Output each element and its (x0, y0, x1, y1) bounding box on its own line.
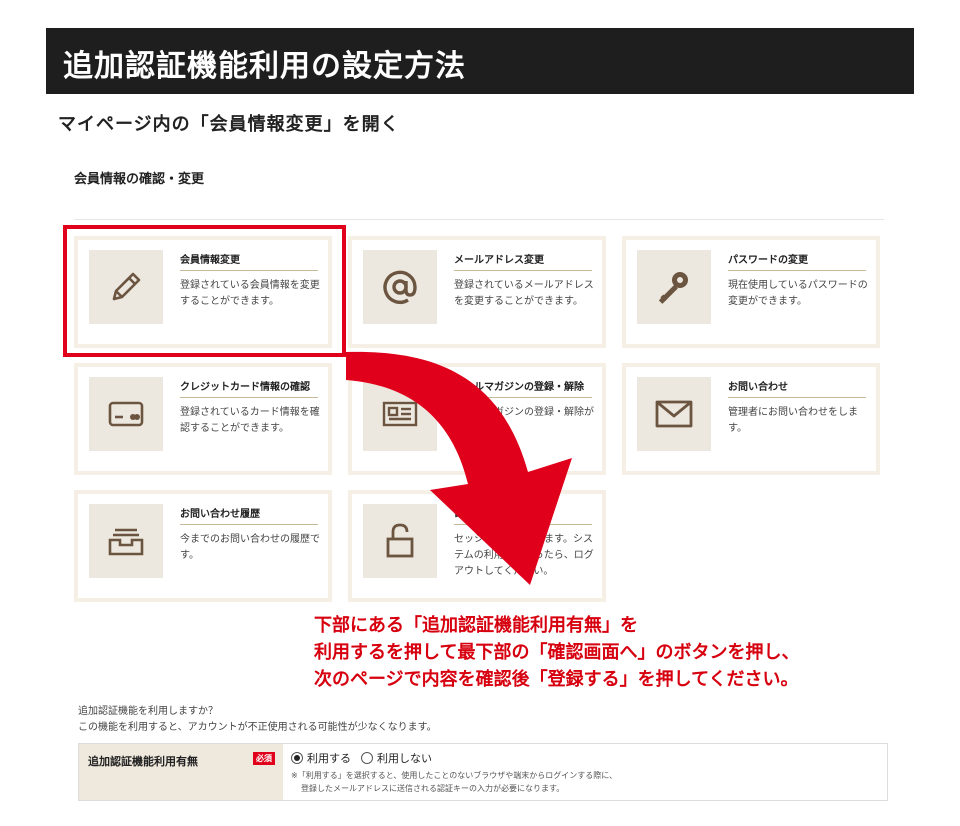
required-badge: 必須 (253, 752, 275, 765)
card-logout[interactable]: ログアウト セッションを終了します。システムの利用が終わったら、ログアウトしてく… (348, 490, 606, 602)
unlock-icon (363, 504, 437, 578)
instruction-line: 次のページで内容を確認後「登録する」を押してください。 (314, 669, 799, 690)
card-underline (728, 270, 866, 271)
step-heading: マイページ内の「会員情報変更」を開く (58, 114, 400, 135)
instruction-line: 利用するを押して最下部の「確認画面へ」のボタンを押し、 (314, 642, 800, 663)
card-description: セッションを終了します。システムの利用が終わったら、ログアウトしてください。 (454, 534, 594, 577)
newsletter-icon (363, 377, 437, 451)
card-contact[interactable]: お問い合わせ 管理者にお問い合わせをします。 (622, 363, 880, 475)
radio-button-unchecked[interactable] (361, 752, 373, 764)
card-newsletter[interactable]: メールマガジンの登録・解除 メールマガジンの登録・解除ができます。 (348, 363, 606, 475)
at-icon (363, 250, 437, 324)
note-line: ※「利用する」を選択すると、使用したことのないブラウザや端末からログインする際に… (291, 771, 618, 780)
radio-not-use[interactable]: 利用しない (361, 750, 432, 766)
card-description: 登録されているメールアドレスを変更することができます。 (454, 280, 594, 307)
card-description: 登録されているカード情報を確認することができます。 (180, 407, 320, 434)
card-underline (728, 397, 866, 398)
section-label: 会員情報の確認・変更 (74, 172, 205, 187)
form-note: ※「利用する」を選択すると、使用したことのないブラウザや端末からログインする際に… (291, 769, 881, 795)
section-divider (74, 219, 884, 220)
form-row-additional-auth: 追加認証機能利用有無 必須 利用する 利用しない ※「利用する」を選択すると、使… (78, 743, 888, 801)
card-password-change[interactable]: パスワードの変更 現在使用しているパスワードの変更ができます。 (622, 236, 880, 348)
form-label-cell: 追加認証機能利用有無 必須 (79, 744, 283, 800)
inbox-tray-icon (89, 504, 163, 578)
card-title: クレジットカード情報の確認 (180, 382, 310, 393)
form-label: 追加認証機能利用有無 (88, 755, 198, 768)
card-description: 今までのお問い合わせの履歴です。 (180, 534, 320, 561)
card-underline (454, 397, 592, 398)
radio-button-checked[interactable] (291, 752, 303, 764)
note-line: 登録したメールアドレスに送信される認証キーの入力が必要になります。 (301, 784, 565, 793)
card-underline (454, 270, 592, 271)
instruction-text: 下部にある「追加認証機能利用有無」を 利用するを押して最下部の「確認画面へ」のボ… (314, 612, 799, 693)
card-underline (180, 524, 318, 525)
key-icon (637, 250, 711, 324)
card-title: お問い合わせ履歴 (180, 509, 260, 520)
card-title: メールマガジンの登録・解除 (454, 382, 584, 393)
radio-label-use: 利用する (307, 752, 351, 765)
card-title: お問い合わせ (728, 382, 788, 393)
form-value-cell: 利用する 利用しない ※「利用する」を選択すると、使用したことのないブラウザや端… (291, 750, 881, 795)
card-underline (454, 524, 592, 525)
page-title: 追加認証機能利用の設定方法 (63, 49, 466, 84)
card-underline (180, 397, 318, 398)
card-description: 管理者にお問い合わせをします。 (728, 407, 858, 434)
card-title: パスワードの変更 (728, 255, 808, 266)
question-line: この機能を利用すると、アカウントが不正使用される可能性が少なくなります。 (78, 722, 437, 733)
page-title-bar: 追加認証機能利用の設定方法 (46, 28, 914, 94)
highlight-frame (63, 225, 346, 357)
card-description: 現在使用しているパスワードの変更ができます。 (728, 280, 868, 307)
card-title: メールアドレス変更 (454, 255, 544, 266)
credit-card-icon (89, 377, 163, 451)
radio-use[interactable]: 利用する (291, 750, 351, 766)
card-title: ログアウト (454, 509, 504, 520)
card-credit-card[interactable]: クレジットカード情報の確認 登録されているカード情報を確認することができます。 (74, 363, 332, 475)
envelope-icon (637, 377, 711, 451)
radio-label-not-use: 利用しない (377, 752, 432, 765)
card-email-change[interactable]: メールアドレス変更 登録されているメールアドレスを変更することができます。 (348, 236, 606, 348)
radio-group: 利用する 利用しない (291, 750, 881, 766)
instruction-line: 下部にある「追加認証機能利用有無」を (314, 615, 638, 636)
card-contact-history[interactable]: お問い合わせ履歴 今までのお問い合わせの履歴です。 (74, 490, 332, 602)
card-description: メールマガジンの登録・解除ができます。 (454, 407, 594, 434)
question-line: 追加認証機能を利用しますか？ (78, 706, 218, 717)
question-text: 追加認証機能を利用しますか？ この機能を利用すると、アカウントが不正使用される可… (78, 704, 437, 736)
